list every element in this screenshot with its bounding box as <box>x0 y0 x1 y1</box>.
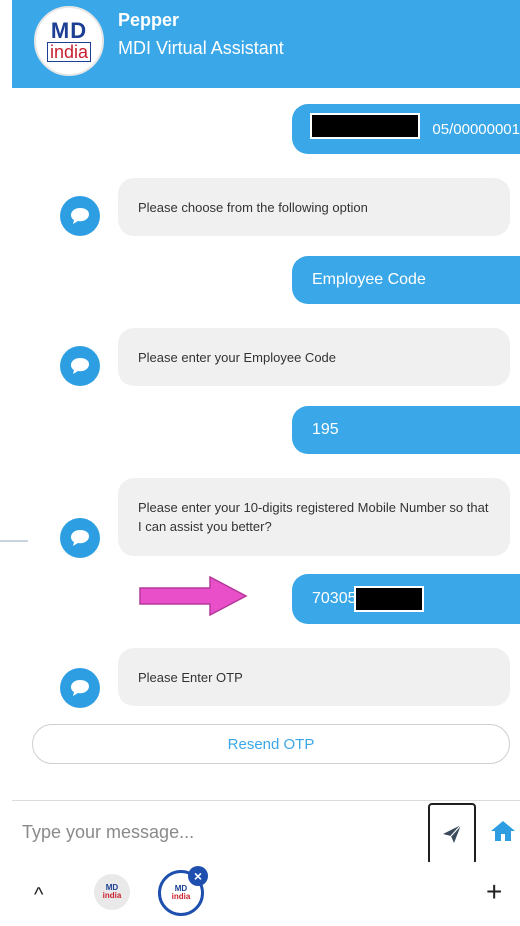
chat-bubble-icon <box>71 358 89 374</box>
bot-message: Please enter your 10-digits registered M… <box>118 478 510 556</box>
message-composer <box>12 800 520 865</box>
logo-md-text: MD <box>50 17 88 43</box>
bot-message: Please choose from the following option <box>118 178 510 236</box>
mini-logo-bottom: india <box>102 891 122 900</box>
resend-otp-button[interactable]: Resend OTP <box>32 724 510 764</box>
arrow-right-icon <box>139 575 248 617</box>
tab-thumbnail[interactable]: MD india <box>94 874 130 910</box>
redaction-box <box>310 113 420 139</box>
close-icon[interactable]: × <box>188 866 208 886</box>
bot-name: Pepper <box>118 10 180 30</box>
bot-subtitle: MDI Virtual Assistant <box>118 38 284 58</box>
user-message: Employee Code <box>292 256 520 304</box>
bot-avatar <box>60 346 100 386</box>
bot-message-text: Please enter your Employee Code <box>138 349 337 365</box>
plus-icon[interactable]: + <box>486 878 502 906</box>
bot-avatar <box>60 518 100 558</box>
message-input[interactable] <box>22 815 412 849</box>
chat-bubble-icon <box>71 530 89 546</box>
bot-message-text: Please choose from the following option <box>138 199 368 215</box>
redaction-box <box>354 586 424 612</box>
user-message: 195 <box>292 406 520 454</box>
chat-transcript[interactable]: 05/00000001 Please choose from the follo… <box>12 88 520 800</box>
mini-logo: MD india <box>103 884 122 900</box>
bot-message: Please Enter OTP <box>118 648 510 706</box>
home-icon <box>491 821 515 841</box>
bot-avatar <box>60 196 100 236</box>
mini-logo: MD india <box>172 885 191 901</box>
browser-tab-bar: ^ MD india MD india × + <box>12 862 520 926</box>
logo-india-text: india <box>46 41 92 62</box>
home-button[interactable] <box>490 819 518 845</box>
mdindia-logo: MD india <box>34 6 104 76</box>
send-icon <box>443 824 462 843</box>
user-message-text: 05/00000001 <box>432 120 520 138</box>
bot-message: Please enter your Employee Code <box>118 328 510 386</box>
chevron-up-icon[interactable]: ^ <box>34 884 43 907</box>
bot-message-text: Please enter your 10-digits registered M… <box>138 500 489 534</box>
chat-bubble-icon <box>71 680 89 696</box>
send-button[interactable] <box>428 803 476 865</box>
chat-bubble-icon <box>71 208 89 224</box>
bot-message-text: Please Enter OTP <box>138 669 243 685</box>
side-divider <box>0 540 28 542</box>
user-message-text: 195 <box>312 421 339 438</box>
chat-header: MD india Pepper MDI Virtual Assistant <box>12 0 520 88</box>
bot-avatar <box>60 668 100 708</box>
mini-logo-bottom: india <box>171 892 191 901</box>
user-message-text: Employee Code <box>312 271 426 288</box>
user-message-text: 70305 <box>312 590 357 607</box>
